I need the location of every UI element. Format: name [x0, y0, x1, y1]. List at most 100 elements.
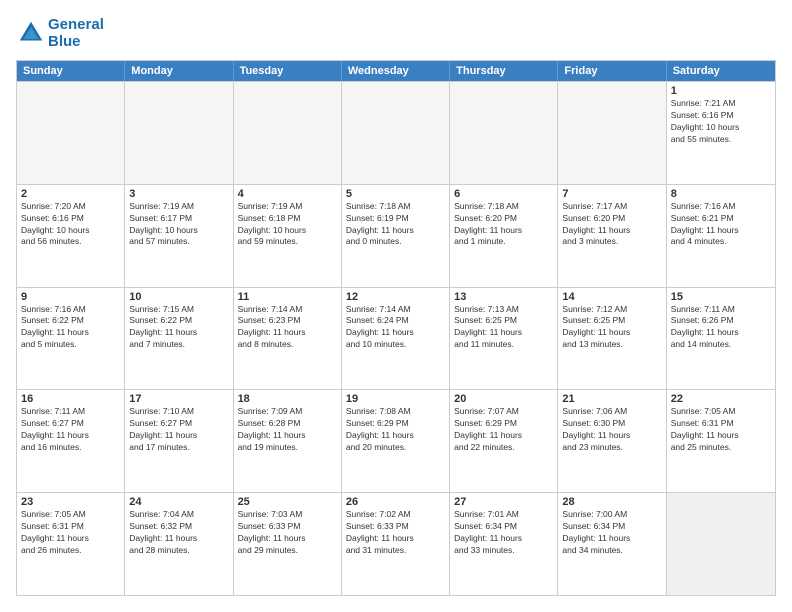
day-info: Sunrise: 7:07 AMSunset: 6:29 PMDaylight:…: [454, 406, 553, 454]
day-number: 15: [671, 291, 771, 303]
calendar-cell: 20Sunrise: 7:07 AMSunset: 6:29 PMDayligh…: [450, 390, 558, 492]
calendar-cell: [17, 82, 125, 184]
day-number: 13: [454, 291, 553, 303]
weekday-header: Sunday: [17, 61, 125, 81]
calendar-cell: 24Sunrise: 7:04 AMSunset: 6:32 PMDayligh…: [125, 493, 233, 595]
day-info: Sunrise: 7:14 AMSunset: 6:24 PMDaylight:…: [346, 304, 445, 352]
day-number: 24: [129, 496, 228, 508]
weekday-header: Saturday: [667, 61, 775, 81]
day-info: Sunrise: 7:03 AMSunset: 6:33 PMDaylight:…: [238, 509, 337, 557]
day-info: Sunrise: 7:04 AMSunset: 6:32 PMDaylight:…: [129, 509, 228, 557]
day-number: 21: [562, 393, 661, 405]
weekday-header: Monday: [125, 61, 233, 81]
day-number: 10: [129, 291, 228, 303]
day-number: 11: [238, 291, 337, 303]
day-number: 18: [238, 393, 337, 405]
calendar-row: 1Sunrise: 7:21 AMSunset: 6:16 PMDaylight…: [17, 81, 775, 184]
logo: General Blue: [16, 16, 104, 50]
day-info: Sunrise: 7:11 AMSunset: 6:27 PMDaylight:…: [21, 406, 120, 454]
calendar-row: 16Sunrise: 7:11 AMSunset: 6:27 PMDayligh…: [17, 389, 775, 492]
calendar-cell: 14Sunrise: 7:12 AMSunset: 6:25 PMDayligh…: [558, 288, 666, 390]
calendar-cell: 19Sunrise: 7:08 AMSunset: 6:29 PMDayligh…: [342, 390, 450, 492]
calendar-cell: [450, 82, 558, 184]
day-number: 25: [238, 496, 337, 508]
day-number: 9: [21, 291, 120, 303]
day-info: Sunrise: 7:08 AMSunset: 6:29 PMDaylight:…: [346, 406, 445, 454]
weekday-header: Friday: [558, 61, 666, 81]
calendar-cell: 28Sunrise: 7:00 AMSunset: 6:34 PMDayligh…: [558, 493, 666, 595]
calendar-row: 9Sunrise: 7:16 AMSunset: 6:22 PMDaylight…: [17, 287, 775, 390]
day-number: 23: [21, 496, 120, 508]
calendar-cell: 9Sunrise: 7:16 AMSunset: 6:22 PMDaylight…: [17, 288, 125, 390]
calendar-cell: 13Sunrise: 7:13 AMSunset: 6:25 PMDayligh…: [450, 288, 558, 390]
calendar-row: 2Sunrise: 7:20 AMSunset: 6:16 PMDaylight…: [17, 184, 775, 287]
page: General Blue SundayMondayTuesdayWednesda…: [0, 0, 792, 612]
weekday-header: Tuesday: [234, 61, 342, 81]
day-number: 1: [671, 85, 771, 97]
day-info: Sunrise: 7:18 AMSunset: 6:20 PMDaylight:…: [454, 201, 553, 249]
day-number: 12: [346, 291, 445, 303]
day-info: Sunrise: 7:19 AMSunset: 6:17 PMDaylight:…: [129, 201, 228, 249]
calendar-cell: 3Sunrise: 7:19 AMSunset: 6:17 PMDaylight…: [125, 185, 233, 287]
day-info: Sunrise: 7:11 AMSunset: 6:26 PMDaylight:…: [671, 304, 771, 352]
day-info: Sunrise: 7:15 AMSunset: 6:22 PMDaylight:…: [129, 304, 228, 352]
day-info: Sunrise: 7:06 AMSunset: 6:30 PMDaylight:…: [562, 406, 661, 454]
calendar-row: 23Sunrise: 7:05 AMSunset: 6:31 PMDayligh…: [17, 492, 775, 595]
day-number: 28: [562, 496, 661, 508]
calendar-cell: 2Sunrise: 7:20 AMSunset: 6:16 PMDaylight…: [17, 185, 125, 287]
calendar-cell: 1Sunrise: 7:21 AMSunset: 6:16 PMDaylight…: [667, 82, 775, 184]
calendar-cell: 22Sunrise: 7:05 AMSunset: 6:31 PMDayligh…: [667, 390, 775, 492]
calendar-cell: 17Sunrise: 7:10 AMSunset: 6:27 PMDayligh…: [125, 390, 233, 492]
calendar-cell: 23Sunrise: 7:05 AMSunset: 6:31 PMDayligh…: [17, 493, 125, 595]
calendar-cell: [234, 82, 342, 184]
calendar-cell: 16Sunrise: 7:11 AMSunset: 6:27 PMDayligh…: [17, 390, 125, 492]
day-info: Sunrise: 7:20 AMSunset: 6:16 PMDaylight:…: [21, 201, 120, 249]
day-info: Sunrise: 7:17 AMSunset: 6:20 PMDaylight:…: [562, 201, 661, 249]
day-info: Sunrise: 7:05 AMSunset: 6:31 PMDaylight:…: [21, 509, 120, 557]
calendar-body: 1Sunrise: 7:21 AMSunset: 6:16 PMDaylight…: [17, 81, 775, 595]
day-number: 6: [454, 188, 553, 200]
calendar-cell: 10Sunrise: 7:15 AMSunset: 6:22 PMDayligh…: [125, 288, 233, 390]
calendar-cell: [558, 82, 666, 184]
day-number: 22: [671, 393, 771, 405]
day-number: 16: [21, 393, 120, 405]
calendar-cell: [667, 493, 775, 595]
day-number: 19: [346, 393, 445, 405]
day-info: Sunrise: 7:09 AMSunset: 6:28 PMDaylight:…: [238, 406, 337, 454]
calendar-cell: 6Sunrise: 7:18 AMSunset: 6:20 PMDaylight…: [450, 185, 558, 287]
day-number: 26: [346, 496, 445, 508]
day-number: 14: [562, 291, 661, 303]
day-number: 2: [21, 188, 120, 200]
calendar-cell: 26Sunrise: 7:02 AMSunset: 6:33 PMDayligh…: [342, 493, 450, 595]
calendar-header: SundayMondayTuesdayWednesdayThursdayFrid…: [17, 61, 775, 81]
calendar-cell: 25Sunrise: 7:03 AMSunset: 6:33 PMDayligh…: [234, 493, 342, 595]
calendar-cell: 15Sunrise: 7:11 AMSunset: 6:26 PMDayligh…: [667, 288, 775, 390]
day-info: Sunrise: 7:12 AMSunset: 6:25 PMDaylight:…: [562, 304, 661, 352]
day-info: Sunrise: 7:16 AMSunset: 6:22 PMDaylight:…: [21, 304, 120, 352]
calendar-cell: [125, 82, 233, 184]
calendar-cell: [342, 82, 450, 184]
day-info: Sunrise: 7:14 AMSunset: 6:23 PMDaylight:…: [238, 304, 337, 352]
header: General Blue: [16, 16, 776, 50]
logo-text: General Blue: [48, 16, 104, 50]
day-info: Sunrise: 7:21 AMSunset: 6:16 PMDaylight:…: [671, 98, 771, 146]
weekday-header: Wednesday: [342, 61, 450, 81]
day-number: 27: [454, 496, 553, 508]
calendar: SundayMondayTuesdayWednesdayThursdayFrid…: [16, 60, 776, 596]
calendar-cell: 4Sunrise: 7:19 AMSunset: 6:18 PMDaylight…: [234, 185, 342, 287]
day-number: 8: [671, 188, 771, 200]
calendar-cell: 8Sunrise: 7:16 AMSunset: 6:21 PMDaylight…: [667, 185, 775, 287]
day-number: 5: [346, 188, 445, 200]
day-info: Sunrise: 7:16 AMSunset: 6:21 PMDaylight:…: [671, 201, 771, 249]
day-info: Sunrise: 7:18 AMSunset: 6:19 PMDaylight:…: [346, 201, 445, 249]
calendar-cell: 12Sunrise: 7:14 AMSunset: 6:24 PMDayligh…: [342, 288, 450, 390]
day-info: Sunrise: 7:13 AMSunset: 6:25 PMDaylight:…: [454, 304, 553, 352]
day-number: 4: [238, 188, 337, 200]
calendar-cell: 18Sunrise: 7:09 AMSunset: 6:28 PMDayligh…: [234, 390, 342, 492]
day-number: 20: [454, 393, 553, 405]
calendar-cell: 7Sunrise: 7:17 AMSunset: 6:20 PMDaylight…: [558, 185, 666, 287]
day-info: Sunrise: 7:02 AMSunset: 6:33 PMDaylight:…: [346, 509, 445, 557]
day-number: 17: [129, 393, 228, 405]
calendar-cell: 5Sunrise: 7:18 AMSunset: 6:19 PMDaylight…: [342, 185, 450, 287]
day-info: Sunrise: 7:01 AMSunset: 6:34 PMDaylight:…: [454, 509, 553, 557]
